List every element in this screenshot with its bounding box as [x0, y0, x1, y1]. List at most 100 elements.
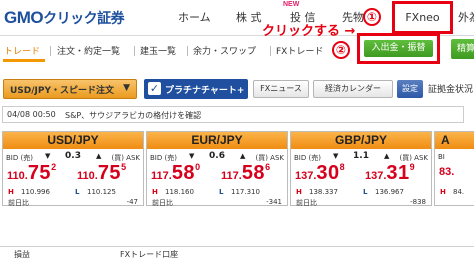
logo-brand-text: クリック証券: [43, 11, 125, 27]
top-navigation: GMO クリック証券 ホーム 株 式 NEW 投 信 先物 FXneo 外為: [0, 0, 474, 36]
bid-label: BI: [438, 153, 445, 161]
low-label: L: [363, 188, 368, 196]
change-row: 前日比 -47: [3, 198, 143, 207]
bid-price-button[interactable]: 110.752: [7, 162, 56, 185]
pnl-label: 損益: [14, 250, 30, 259]
bid-price-pip: 2: [51, 162, 57, 172]
currency-pair-select[interactable]: USD/JPY・スピード注文 ▼: [3, 79, 137, 99]
fx-account-label: FXトレード口座: [120, 250, 179, 259]
platinum-chart-toggle[interactable]: ✓ プラチナチャート+: [144, 79, 248, 99]
ask-price-button[interactable]: 137.319: [365, 162, 415, 185]
high-label: H: [152, 188, 158, 196]
high-label: H: [8, 188, 14, 196]
high-label: H: [440, 188, 446, 196]
high-label: H: [296, 188, 302, 196]
high-low-row: H 138.337 L 136.967: [291, 188, 431, 198]
new-badge: NEW: [283, 1, 300, 8]
high-low-row: H 110.996 L 110.125: [3, 188, 143, 198]
ask-price-pip: 6: [265, 162, 271, 172]
ask-price-main: 75: [97, 162, 122, 184]
nav-forex[interactable]: 外為: [458, 9, 474, 25]
low-value: 136.967: [375, 188, 404, 196]
ask-price-main: 31: [386, 162, 410, 184]
gmo-click-logo[interactable]: GMO クリック証券: [4, 8, 125, 28]
nav-stocks[interactable]: 株 式: [236, 9, 262, 25]
currency-pair-title: GBP/JPY: [291, 132, 431, 149]
annotation-circle-2: ②: [332, 41, 350, 59]
economic-calendar-button[interactable]: 経済カレンダー: [313, 80, 393, 98]
arrow-up-icon: ▲: [384, 152, 390, 160]
subnav-orders[interactable]: 注文・約定一覧: [57, 44, 120, 57]
high-low-row: H 118.160 L 117.310: [147, 188, 287, 198]
nav-fxneo-label: FXneo: [405, 11, 440, 24]
divider: [270, 46, 271, 56]
settings-button[interactable]: 設定: [397, 80, 423, 98]
platinum-chart-label: プラチナチャート+: [165, 86, 245, 96]
ask-price-button[interactable]: 110.755: [77, 162, 126, 185]
currency-pair-select-label: USD/JPY・スピード注文: [10, 86, 115, 96]
rate-panel-eurjpy[interactable]: EUR/JPY BID (売) ▼ 0.6 ▲ (買) ASK 117.580 …: [146, 131, 288, 207]
fx-news-button[interactable]: FXニュース: [253, 80, 309, 98]
change-value: -341: [266, 198, 282, 206]
deposit-highlight-frame: 入出金・振替: [357, 33, 440, 64]
high-value: 118.160: [165, 188, 194, 196]
subnav-positions[interactable]: 建玉一覧: [140, 44, 176, 57]
currency-pair-title: USD/JPY: [3, 132, 143, 149]
bid-price-prefix: 83.: [439, 166, 455, 178]
change-label: 前日比: [8, 199, 29, 207]
bid-price-main: 30: [316, 162, 340, 184]
bid-price-prefix: 117.: [151, 170, 172, 182]
divider: [134, 46, 135, 56]
divider: [50, 46, 51, 56]
bid-price-main: 58: [171, 162, 196, 184]
divider: [187, 46, 188, 56]
rate-panel-partial[interactable]: A BI 83. H 84.: [434, 131, 474, 206]
nav-fxneo-tab[interactable]: FXneo: [392, 1, 453, 34]
logo-gmo-text: GMO: [4, 8, 44, 27]
change-row: 前日比 -341: [147, 198, 287, 207]
arrow-up-icon: ▲: [96, 152, 102, 160]
low-label: L: [75, 188, 80, 196]
change-label: 前日比: [152, 199, 173, 207]
low-value: 117.310: [231, 188, 260, 196]
news-time: 04/08 00:50: [7, 110, 56, 119]
bid-price-button[interactable]: 137.308: [295, 162, 345, 185]
checkbox-checked-icon[interactable]: ✓: [148, 82, 161, 95]
subnav-trade[interactable]: トレード: [4, 44, 40, 57]
news-headline[interactable]: S&P、サウジアラビカの格付けを確認: [65, 110, 201, 121]
bid-price-main: 75: [27, 162, 52, 184]
ask-price-main: 58: [241, 162, 266, 184]
bid-price-button[interactable]: 117.580: [151, 162, 200, 185]
ask-price-button[interactable]: 117.586: [221, 162, 270, 185]
active-tab-indicator: [3, 59, 45, 62]
annotation-click-text: クリックする →: [262, 24, 356, 39]
news-ticker[interactable]: 04/08 00:50 S&P、サウジアラビカの格付けを確認: [2, 106, 464, 123]
subnav-fx-trade[interactable]: FXトレード: [276, 44, 323, 57]
deposit-transfer-button[interactable]: 入出金・振替: [364, 40, 433, 57]
ask-price-prefix: 137.: [365, 170, 387, 182]
rate-panel-gbpjpy[interactable]: GBP/JPY BID (売) ▼ 1.1 ▲ (買) ASK 137.308 …: [290, 131, 432, 207]
change-row: 前日比 -838: [291, 198, 431, 207]
ask-price-prefix: 110.: [77, 170, 98, 182]
bid-price-prefix: 110.: [7, 170, 28, 182]
high-low-row: H 84.: [435, 188, 474, 198]
bid-price-pip: 8: [339, 162, 345, 172]
bid-price-pip: 0: [195, 162, 201, 172]
arrow-up-icon: ▲: [240, 152, 246, 160]
nav-home[interactable]: ホーム: [178, 9, 211, 25]
rate-panel-usdjpy[interactable]: USD/JPY BID (売) ▼ 0.3 ▲ (買) ASK 110.752 …: [2, 131, 144, 207]
ask-price-pip: 9: [409, 162, 415, 172]
bid-price-prefix: 137.: [295, 170, 317, 182]
low-label: L: [219, 188, 224, 196]
margin-status-link[interactable]: 証拠金状況: [428, 82, 473, 95]
annotation-circle-1: ①: [363, 8, 381, 26]
currency-pair-title: EUR/JPY: [147, 132, 287, 149]
settlement-button[interactable]: 精算: [451, 39, 474, 59]
change-value: -838: [410, 198, 426, 206]
chevron-down-icon: ▼: [123, 83, 130, 93]
bid-price-button[interactable]: 83.: [439, 162, 454, 180]
bottom-section: 損益 FXトレード口座: [0, 246, 474, 259]
high-value: 84.: [453, 188, 465, 196]
currency-pair-title: A: [435, 132, 474, 149]
subnav-margin-swap[interactable]: 余力・スワップ: [193, 44, 256, 57]
